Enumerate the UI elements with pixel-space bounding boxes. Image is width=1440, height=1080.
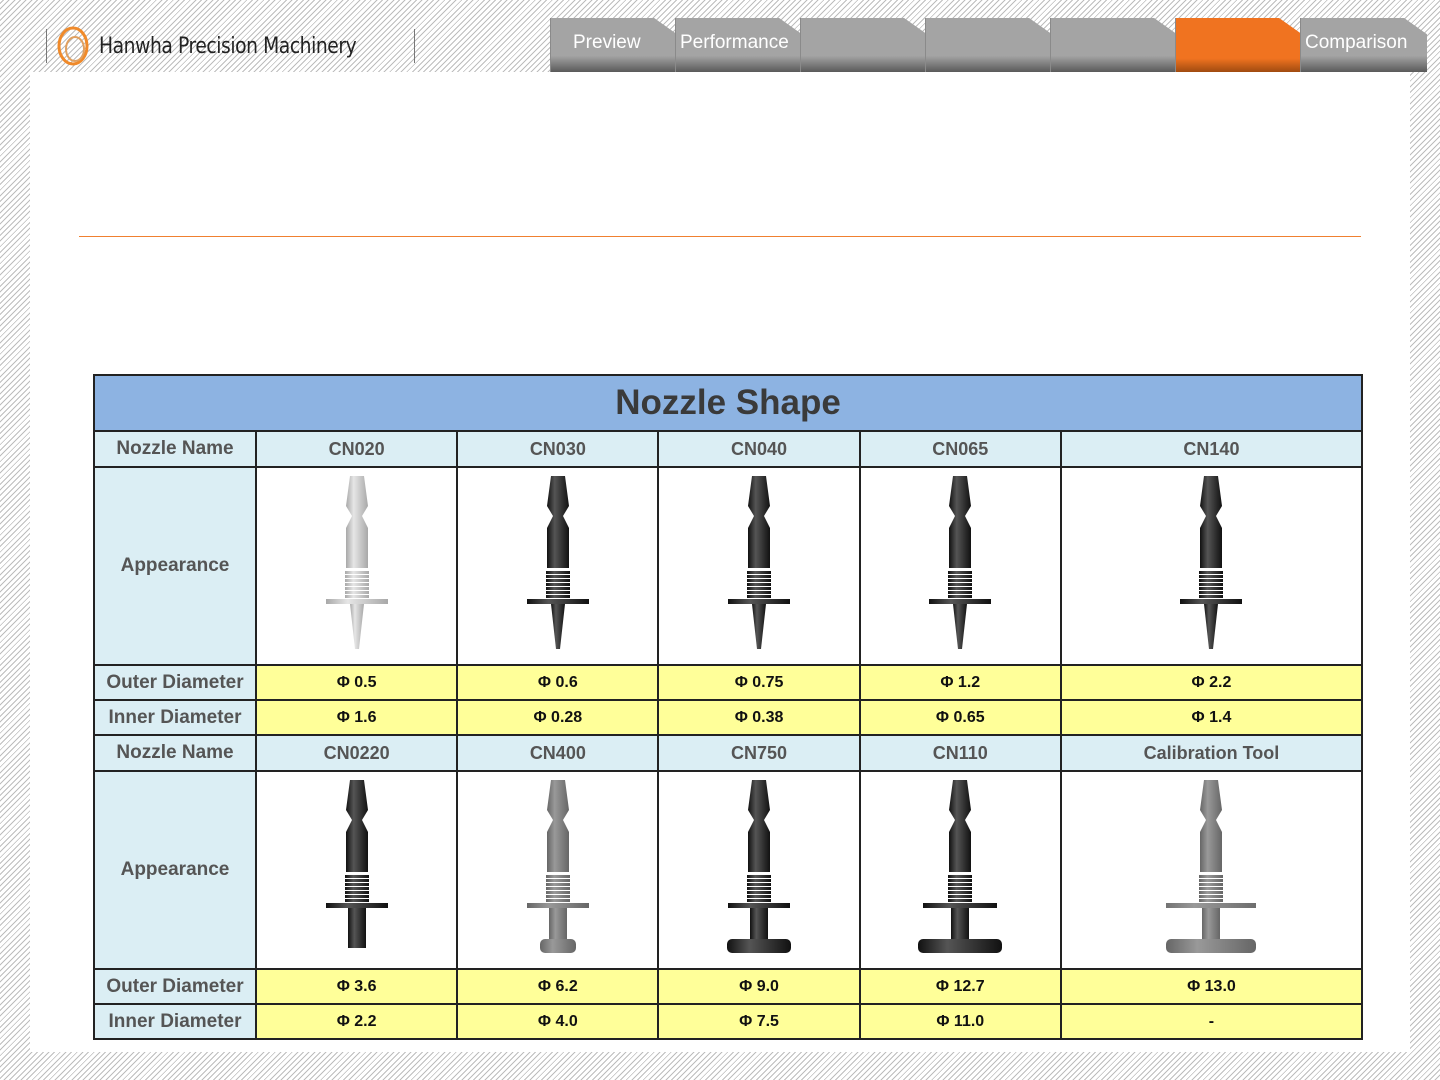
outer-diameter-value: Φ 0.5 <box>254 664 459 701</box>
nozzle-image <box>858 770 1062 970</box>
outer-diameter-value: Φ 12.7 <box>858 968 1062 1005</box>
nozzle-image <box>254 466 459 666</box>
divider-line <box>79 236 1361 237</box>
outer-diameter-value: Φ 9.0 <box>657 968 861 1005</box>
nozzle-image <box>254 770 459 970</box>
inner-diameter-value: Φ 1.6 <box>254 699 459 736</box>
nozzle-name: CN020 <box>254 430 459 468</box>
inner-diameter-value: Φ 1.4 <box>1059 699 1364 736</box>
nav-tabs: Preview Performance Comparison <box>550 18 1427 72</box>
tab-comparison[interactable]: Comparison <box>1300 18 1427 72</box>
nozzle-icon <box>1156 780 1267 953</box>
inner-diameter-value: Φ 0.38 <box>657 699 861 736</box>
nozzle-name: CN040 <box>657 430 861 468</box>
nozzle-image <box>1059 466 1364 666</box>
table-title-row: Nozzle Shape <box>93 374 1363 432</box>
tab-preview[interactable]: Preview <box>550 18 677 72</box>
outer-diameter-value: Φ 1.2 <box>858 664 1062 701</box>
nozzle-name: CN750 <box>657 734 861 772</box>
nozzle-name: CN400 <box>456 734 660 772</box>
appearance-row: Appearance <box>93 466 1364 666</box>
hanwha-logo-icon <box>57 26 89 66</box>
inner-diameter-value: Φ 2.2 <box>254 1003 459 1040</box>
outer-diameter-value: Φ 6.2 <box>456 968 660 1005</box>
nozzle-name-row: Nozzle Name CN020 CN030 CN040 CN065 CN140 <box>93 430 1364 468</box>
row-label: Inner Diameter <box>93 699 257 736</box>
divider <box>46 29 47 63</box>
nozzle-shape-table: Nozzle Shape Nozzle Name CN020 CN030 CN040 CN… <box>93 374 1364 1040</box>
nozzle-icon <box>728 476 791 649</box>
row-label: Appearance <box>93 770 257 970</box>
nozzle-icon <box>918 780 1003 953</box>
nozzle-image <box>456 770 660 970</box>
nozzle-name: CN110 <box>858 734 1062 772</box>
outer-diameter-row: Outer Diameter Φ 3.6 Φ 6.2 Φ 9.0 Φ 12.7 Φ 13.… <box>93 968 1364 1005</box>
inner-diameter-value: Φ 0.28 <box>456 699 660 736</box>
nozzle-icon <box>526 476 589 649</box>
brand-name: Hanwha Precision Machinery <box>99 33 357 59</box>
nozzle-image <box>657 770 861 970</box>
brand-logo[interactable]: Hanwha Precision Machinery <box>46 20 415 72</box>
nozzle-icon <box>325 476 388 649</box>
nozzle-icon <box>1180 476 1243 649</box>
inner-diameter-value: Φ 11.0 <box>858 1003 1062 1040</box>
nozzle-name: Calibration Tool <box>1059 734 1364 772</box>
nozzle-icon <box>526 780 589 953</box>
nozzle-image <box>1059 770 1364 970</box>
inner-diameter-value: Φ 0.65 <box>858 699 1062 736</box>
row-label: Inner Diameter <box>93 1003 257 1040</box>
appearance-row: Appearance <box>93 770 1364 970</box>
table-title: Nozzle Shape <box>93 374 1363 432</box>
outer-diameter-value: Φ 2.2 <box>1059 664 1364 701</box>
row-label: Appearance <box>93 466 257 666</box>
outer-diameter-value: Φ 0.6 <box>456 664 660 701</box>
nozzle-icon <box>727 780 792 953</box>
nozzle-name: CN0220 <box>254 734 459 772</box>
tab-performance[interactable]: Performance <box>675 18 802 72</box>
outer-diameter-row: Outer Diameter Φ 0.5 Φ 0.6 Φ 0.75 Φ 1.2 Φ 2.2 <box>93 664 1364 701</box>
inner-diameter-row: Inner Diameter Φ 2.2 Φ 4.0 Φ 7.5 Φ 11.0- <box>93 1003 1364 1040</box>
tab-item-2[interactable] <box>800 18 927 72</box>
outer-diameter-value: Φ 13.0 <box>1059 968 1364 1005</box>
row-label: Nozzle Name <box>93 430 257 468</box>
nozzle-name: CN140 <box>1059 430 1364 468</box>
row-label: Nozzle Name <box>93 734 257 772</box>
nozzle-name: CN065 <box>858 430 1062 468</box>
nozzle-name-row: Nozzle Name CN0220 CN400 CN750 CN110 Calibrat… <box>93 734 1364 772</box>
nozzle-icon <box>325 780 388 948</box>
inner-diameter-value: - <box>1059 1003 1364 1040</box>
row-label: Outer Diameter <box>93 968 257 1005</box>
nozzle-name: CN030 <box>456 430 660 468</box>
inner-diameter-value: Φ 4.0 <box>456 1003 660 1040</box>
outer-diameter-value: Φ 0.75 <box>657 664 861 701</box>
row-label: Outer Diameter <box>93 664 257 701</box>
outer-diameter-value: Φ 3.6 <box>254 968 459 1005</box>
nozzle-image <box>657 466 861 666</box>
tab-item-3[interactable] <box>925 18 1052 72</box>
tab-item-4[interactable] <box>1050 18 1177 72</box>
divider <box>413 29 415 63</box>
nozzle-image <box>456 466 660 666</box>
tab-item-5[interactable] <box>1175 18 1302 72</box>
inner-diameter-value: Φ 7.5 <box>657 1003 861 1040</box>
nozzle-icon <box>929 476 992 649</box>
inner-diameter-row: Inner Diameter Φ 1.6 Φ 0.28 Φ 0.38 Φ 0.65 Φ 1… <box>93 699 1364 736</box>
nozzle-image <box>858 466 1062 666</box>
